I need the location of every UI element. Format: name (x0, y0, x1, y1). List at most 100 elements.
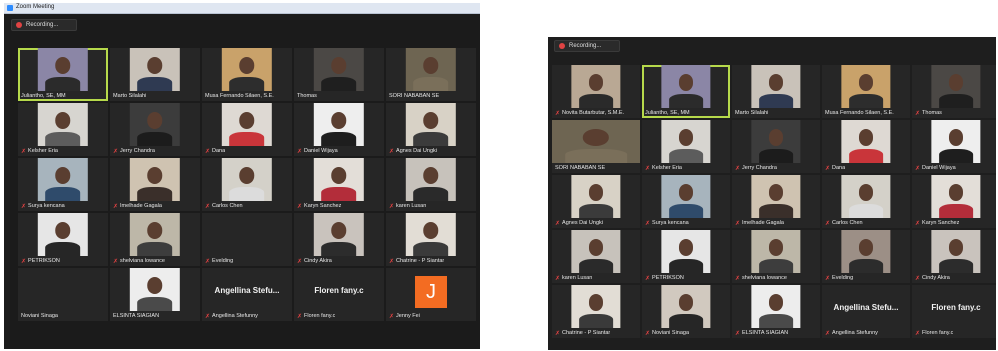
participant-tile[interactable]: ✗ Dana (202, 103, 292, 156)
recording-indicator[interactable]: Recording... (11, 19, 77, 31)
participant-name: Juliantho, SE, MM (21, 93, 66, 99)
mic-muted-icon: ✗ (205, 203, 211, 210)
participant-namebar: ✗ Carlos Chen (822, 218, 866, 228)
person-body (938, 149, 974, 163)
participant-tile[interactable]: ✗ Daniel Wijaya (294, 103, 384, 156)
participant-namebar: ✗ Angellina Stefunny (822, 328, 881, 338)
participant-tile[interactable]: Juliantho, SE, MM (642, 65, 730, 118)
participant-tile[interactable]: Angellina Stefu... ✗ Angellina Stefunny (202, 268, 292, 321)
participant-tile[interactable]: ✗ Novita Butarbutar, S.M.E. (552, 65, 640, 118)
participant-name: Daniel Wijaya (304, 148, 338, 154)
participant-tile[interactable]: ✗ Dana (822, 120, 910, 173)
participant-tile[interactable]: Musa Fernando Silaen, S.E. (822, 65, 910, 118)
participant-name: Angellina Stefunny (212, 313, 258, 319)
person-body (758, 259, 794, 273)
participant-tile[interactable]: ✗ ELSINTA SIAGIAN (732, 285, 820, 338)
participant-tile[interactable]: J ✗ Jenny Fei (386, 268, 476, 321)
participant-tile[interactable]: ✗ Chatrine - P Siantar (386, 213, 476, 266)
participant-name: Floren fany.c (304, 313, 336, 319)
participant-tile[interactable]: ✗ Noviani Sinaga (642, 285, 730, 338)
participant-namebar: ✗ Chatrine - P Siantar (552, 328, 613, 338)
person-head (768, 294, 784, 311)
participant-tile[interactable]: Angellina Stefu... ✗ Angellina Stefunny (822, 285, 910, 338)
participant-video (571, 175, 621, 218)
participant-tile[interactable]: ✗ Imelhade Gagala (110, 158, 200, 211)
person-head (678, 239, 694, 256)
participant-tile[interactable]: Musa Fernando Silaen, S.E. (202, 48, 292, 101)
participant-tile[interactable]: Noviani Sinaga (18, 268, 108, 321)
participant-tile[interactable]: ✗ Evelding (202, 213, 292, 266)
participant-video (221, 48, 273, 91)
participant-namebar: ✗ shelviana lowance (732, 273, 790, 283)
participant-tile[interactable]: Juliantho, SE, MM (18, 48, 108, 101)
mic-muted-icon: ✗ (205, 258, 211, 265)
person-body (938, 94, 974, 108)
person-body (758, 94, 794, 108)
participant-tile[interactable]: ✗ Jerry Chandra (110, 103, 200, 156)
person-body (668, 204, 704, 218)
participant-tile[interactable]: ✗ Kelsher Eria (18, 103, 108, 156)
person-head (948, 239, 964, 256)
participant-namebar: ✗ Dana (202, 146, 228, 156)
participant-tile[interactable]: ✗ Evelding (822, 230, 910, 283)
participant-tile[interactable]: ✗ Carlos Chen (822, 175, 910, 228)
participant-tile[interactable]: SORI NABABAN SE (386, 48, 476, 101)
participant-video (552, 120, 640, 163)
participant-tile[interactable]: ELSINTA SIAGIAN (110, 268, 200, 321)
participant-tile[interactable]: Marto Silalahi (732, 65, 820, 118)
participant-tile[interactable]: ✗ Cindy Akira (912, 230, 996, 283)
participant-tile[interactable]: ✗ Karyn Sanchez (294, 158, 384, 211)
participant-tile[interactable]: ✗ PETRIKSON (18, 213, 108, 266)
person-head (588, 294, 604, 311)
participant-namebar: ✗ Jerry Chandra (110, 146, 158, 156)
participant-tile[interactable]: Thomas (294, 48, 384, 101)
participant-name: Karyn Sanchez (304, 203, 342, 209)
participant-tile[interactable]: Floren fany.c ✗ Floren fany.c (294, 268, 384, 321)
participant-namebar: ✗ Karyn Sanchez (912, 218, 962, 228)
participant-namebar: ✗ Noviani Sinaga (642, 328, 692, 338)
person-body (137, 242, 173, 256)
participant-tile[interactable]: ✗ karen Lusan (552, 230, 640, 283)
participant-tile[interactable]: Floren fany.c ✗ Floren fany.c (912, 285, 996, 338)
participant-name: Imelhade Gagala (120, 203, 162, 209)
participant-tile[interactable]: ✗ Karyn Sanchez (912, 175, 996, 228)
participant-name: Novita Butarbutar, S.M.E. (562, 110, 625, 116)
participant-tile[interactable]: ✗ Agnes Dai Ungki (386, 103, 476, 156)
participant-tile[interactable]: ✗ karen Lusan (386, 158, 476, 211)
participant-namebar: Marto Silalahi (110, 91, 149, 101)
person-head (858, 239, 874, 256)
participant-tile[interactable]: ✗ shelviana lowance (732, 230, 820, 283)
person-body (848, 204, 884, 218)
participant-video (221, 103, 273, 146)
mic-muted-icon: ✗ (21, 258, 27, 265)
participant-tile[interactable]: ✗ Thomas (912, 65, 996, 118)
participant-video (841, 120, 891, 163)
participant-tile[interactable]: ✗ Surya kencana (18, 158, 108, 211)
participant-tile[interactable]: ✗ shelviana lowance (110, 213, 200, 266)
person-head (147, 57, 163, 74)
participant-video (405, 213, 457, 256)
participant-tile[interactable]: ✗ Carlos Chen (202, 158, 292, 211)
participant-tile[interactable]: ✗ Kelsher Eria (642, 120, 730, 173)
participant-tile[interactable]: ✗ Agnes Dai Ungki (552, 175, 640, 228)
participant-tile[interactable]: Marto Silalahi (110, 48, 200, 101)
participant-tile[interactable]: ✗ Daniel Wijaya (912, 120, 996, 173)
participant-namebar: ✗ Carlos Chen (202, 201, 246, 211)
participant-tile[interactable]: ✗ Surya kencana (642, 175, 730, 228)
recording-label: Recording... (569, 43, 602, 49)
participant-tile[interactable]: ✗ Chatrine - P Siantar (552, 285, 640, 338)
participant-namebar: ✗ PETRIKSON (642, 273, 687, 283)
participant-namebar: ✗ Daniel Wijaya (912, 163, 959, 173)
person-head (588, 239, 604, 256)
participant-video (129, 103, 181, 146)
recording-indicator[interactable]: Recording... (554, 40, 620, 52)
participant-tile[interactable]: ✗ Cindy Akira (294, 213, 384, 266)
participant-tile[interactable]: ✗ Imelhade Gagala (732, 175, 820, 228)
participant-tile[interactable]: ✗ Jerry Chandra (732, 120, 820, 173)
participant-video (841, 175, 891, 218)
person-head (239, 167, 255, 184)
person-body (45, 132, 81, 146)
person-head (331, 57, 347, 74)
participant-tile[interactable]: SORI NABABAN SE (552, 120, 640, 173)
participant-tile[interactable]: ✗ PETRIKSON (642, 230, 730, 283)
